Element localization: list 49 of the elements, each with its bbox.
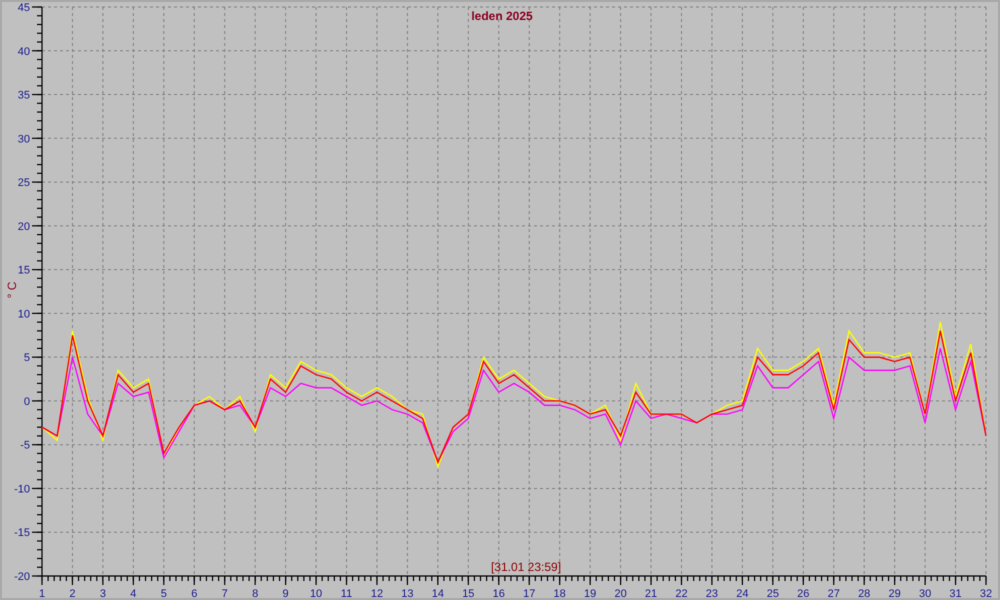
x-tick-label: 30: [918, 588, 932, 598]
x-tick-label: 3: [100, 588, 106, 598]
x-tick-label: 18: [554, 588, 566, 598]
y-tick-label: 45: [18, 2, 30, 14]
x-tick-label: 20: [614, 588, 627, 598]
x-tick-label: 2: [69, 588, 76, 598]
y-tick-label: 5: [24, 352, 30, 364]
y-tick-label: -15: [14, 527, 30, 540]
x-tick-label: 14: [432, 588, 444, 598]
x-tick-label: 25: [766, 588, 779, 598]
y-tick-label: -10: [14, 483, 30, 496]
y-tick-label: -20: [14, 571, 30, 583]
x-tick-label: 13: [401, 588, 414, 598]
y-tick-label: 40: [18, 46, 30, 58]
x-tick-label: 11: [340, 588, 352, 598]
x-tick-label: 17: [523, 588, 536, 598]
x-tick-label: 15: [462, 588, 474, 598]
y-tick-label: 35: [18, 90, 30, 102]
x-tick-label: 7: [222, 588, 228, 598]
x-tick-label: 4: [130, 588, 136, 598]
x-tick-label: 21: [644, 588, 658, 598]
x-tick-label: 8: [252, 588, 258, 598]
y-tick-label: 15: [18, 264, 30, 277]
chart-title: leden 2025: [471, 9, 533, 23]
x-tick-label: 9: [282, 588, 289, 598]
x-tick-label: 5: [160, 588, 167, 598]
x-tick-label: 16: [492, 588, 505, 598]
x-tick-label: 19: [584, 588, 596, 598]
timestamp-label: [31.01 23:59]: [490, 560, 562, 574]
y-tick-label: 10: [18, 308, 30, 320]
x-tick-label: 22: [675, 588, 688, 598]
y-tick-label: -5: [20, 440, 30, 452]
y-axis-label: ° C: [5, 282, 19, 298]
x-tick-label: 12: [370, 588, 384, 598]
x-tick-label: 28: [858, 588, 870, 598]
x-tick-label: 23: [706, 588, 718, 598]
x-tick-label: 1: [38, 588, 46, 598]
x-tick-label: 31: [949, 588, 962, 598]
x-tick-label: 27: [828, 588, 840, 598]
x-tick-label: 24: [736, 588, 748, 598]
x-tick-label: 29: [888, 588, 901, 598]
x-tick-label: 32: [980, 588, 992, 598]
x-tick-label: 10: [310, 588, 322, 598]
x-tick-label: 6: [191, 588, 198, 598]
y-tick-label: 30: [18, 133, 30, 146]
x-tick-label: 26: [797, 588, 810, 598]
y-tick-label: 0: [24, 396, 30, 408]
y-tick-label: 20: [18, 220, 30, 233]
y-tick-label: 25: [18, 177, 30, 190]
